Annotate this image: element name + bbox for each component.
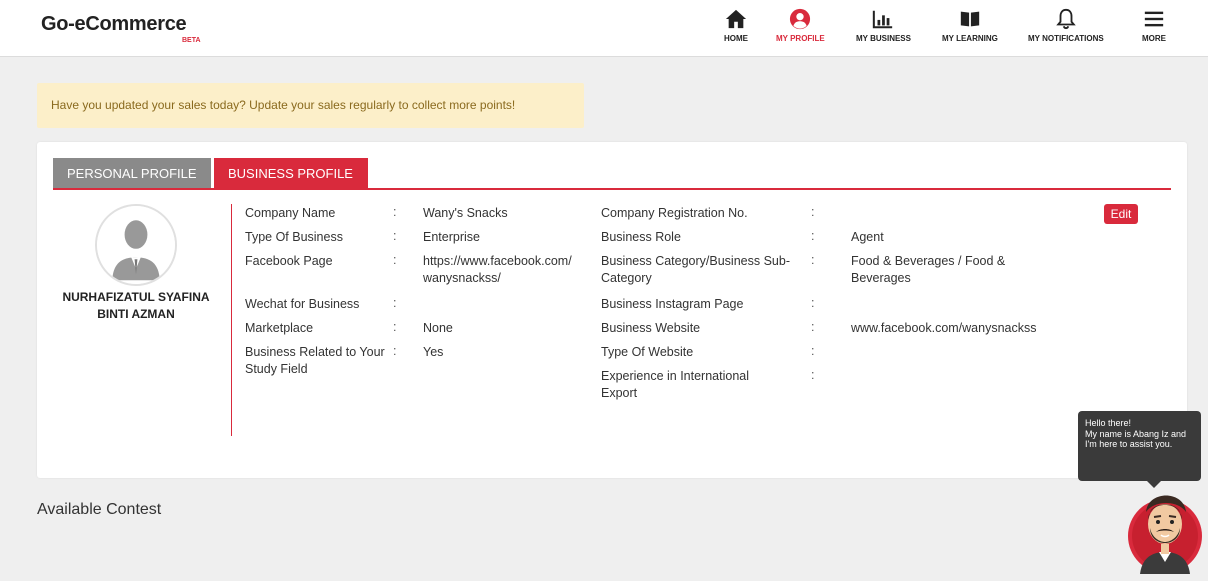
- nav-label: HOME: [724, 34, 748, 43]
- field-label: Type Of Business: [245, 230, 343, 244]
- bar-chart-icon: [873, 10, 893, 29]
- nav-home[interactable]: HOME: [724, 8, 748, 43]
- profile-name: NURHAFIZATUL SYAFINA BINTI AZMAN: [62, 290, 210, 321]
- chatbot-greeting-line: My name is Abang Iz and I'm here to assi…: [1085, 428, 1187, 450]
- avatar: [95, 204, 177, 286]
- field-label: Type Of Website: [601, 345, 694, 359]
- field-label: Wechat for Business: [245, 297, 360, 311]
- field-label: Business Instagram Page: [601, 297, 744, 311]
- app-logo[interactable]: Go-eCommerce: [41, 13, 187, 36]
- field-label: Business Role: [601, 230, 681, 244]
- tab-business-profile[interactable]: BUSINESS PROFILE: [214, 158, 368, 188]
- field-value-business-website[interactable]: www.facebook.com/wanysnackss: [851, 320, 1037, 337]
- field-colon: :: [811, 229, 815, 243]
- field-colon: :: [811, 205, 815, 219]
- field-value-business-role: Agent: [851, 230, 884, 244]
- user-circle-icon: [790, 8, 811, 30]
- field-value-marketplace: None: [423, 321, 453, 335]
- menu-icon: [1144, 11, 1164, 27]
- field-value-type-of-business: Enterprise: [423, 230, 480, 244]
- business-profile-card: PERSONAL PROFILE BUSINESS PROFILE NURHAF…: [37, 142, 1187, 478]
- field-value-study-field: Yes: [423, 345, 444, 359]
- field-label: Business Website: [601, 321, 701, 335]
- field-value-business-category: Food & Beverages / Food & Beverages: [851, 254, 1006, 285]
- field-colon: :: [811, 368, 815, 382]
- nav-my-profile[interactable]: MY PROFILE: [776, 8, 825, 43]
- field-label: Company Name: [245, 206, 336, 220]
- nav-my-notifications[interactable]: MY NOTIFICATIONS: [1028, 8, 1104, 43]
- user-silhouette-icon: [97, 206, 175, 284]
- nav-label: MY LEARNING: [942, 34, 998, 43]
- chatbot-greeting-bubble[interactable]: Hello there! My name is Abang Iz and I'm…: [1078, 411, 1201, 488]
- sales-reminder-alert: Have you updated your sales today? Updat…: [37, 83, 584, 128]
- tab-personal-profile[interactable]: PERSONAL PROFILE: [53, 158, 211, 188]
- beta-badge: BETA: [182, 37, 201, 44]
- nav-label: MY NOTIFICATIONS: [1028, 34, 1104, 43]
- field-label: Business Related to Your Study Field: [245, 345, 385, 376]
- chatbot-greeting-line: Hello there!: [1085, 418, 1132, 428]
- field-label: Business Category/Business Sub-Category: [601, 254, 790, 285]
- nav-label: MY PROFILE: [776, 34, 825, 43]
- field-colon: :: [811, 253, 815, 267]
- field-colon: :: [393, 205, 397, 219]
- field-label: Experience in International Export: [601, 369, 750, 400]
- bell-icon: [1056, 8, 1076, 30]
- available-contest-heading: Available Contest: [37, 501, 162, 518]
- field-colon: :: [393, 344, 397, 358]
- field-colon: :: [811, 344, 815, 358]
- nav-my-learning[interactable]: MY LEARNING: [942, 8, 998, 43]
- field-colon: :: [393, 320, 397, 334]
- chatbot-avatar-icon[interactable]: [1126, 482, 1204, 574]
- field-colon: :: [811, 296, 815, 310]
- field-label: Facebook Page: [245, 254, 333, 268]
- nav-more[interactable]: MORE: [1142, 8, 1166, 43]
- profile-tabs: PERSONAL PROFILE BUSINESS PROFILE: [53, 158, 1171, 190]
- field-colon: :: [393, 229, 397, 243]
- field-colon: :: [811, 320, 815, 334]
- field-colon: :: [393, 296, 397, 310]
- field-label: Company Registration No.: [601, 206, 748, 220]
- profile-divider: [231, 204, 232, 436]
- field-value-company-name: Wany's Snacks: [423, 206, 508, 220]
- nav-label: MY BUSINESS: [856, 34, 911, 43]
- book-open-icon: [960, 11, 980, 27]
- nav-label: MORE: [1142, 34, 1166, 43]
- field-colon: :: [393, 253, 397, 267]
- home-icon: [725, 9, 747, 29]
- field-value-facebook-page[interactable]: https://www.facebook.com/wanysnackss/: [423, 253, 573, 287]
- nav-my-business[interactable]: MY BUSINESS: [856, 8, 911, 43]
- edit-button[interactable]: Edit: [1104, 204, 1138, 224]
- top-navigation-bar: Go-eCommerce BETA HOME MY PROFILE MY BUS…: [0, 0, 1208, 57]
- field-label: Marketplace: [245, 321, 314, 335]
